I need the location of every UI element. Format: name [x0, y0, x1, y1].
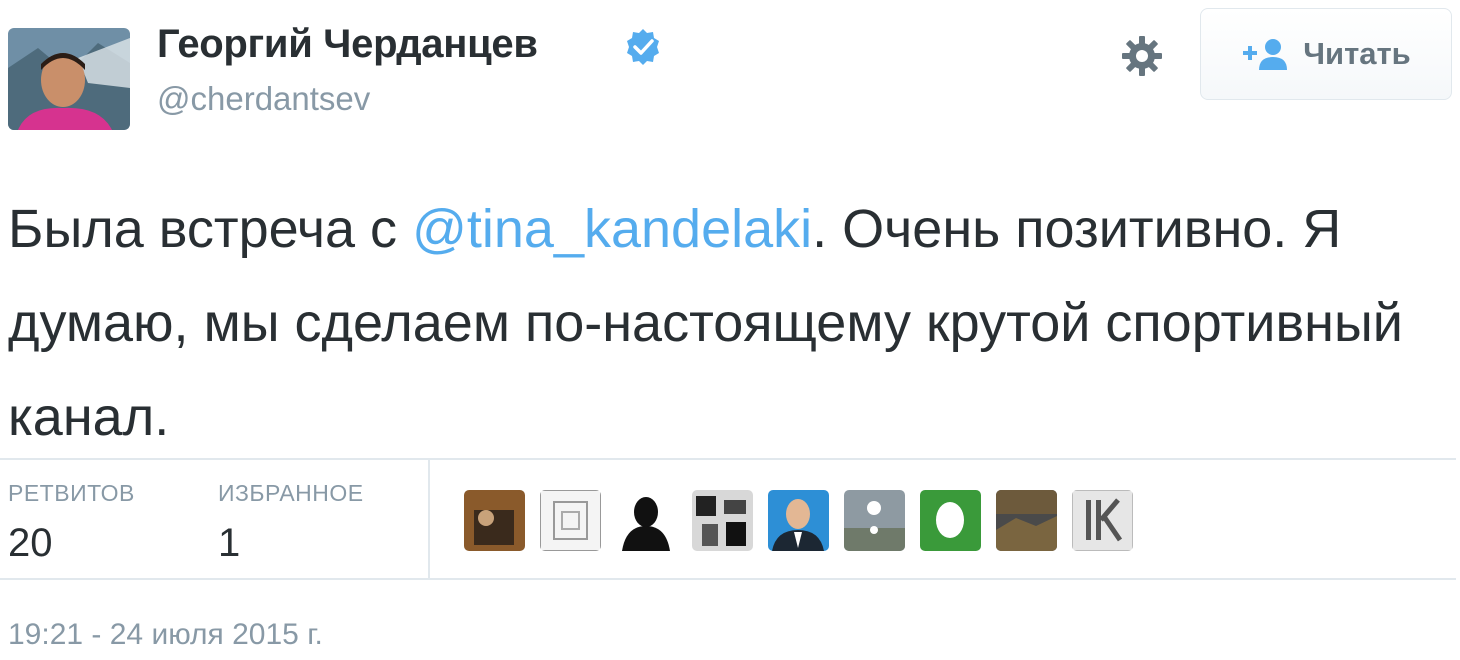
tweet-text-before: Была встреча с	[8, 199, 413, 259]
tweet-mention-link[interactable]: @tina_kandelaki	[412, 199, 812, 259]
favorites-count: 1	[218, 521, 241, 565]
author-handle[interactable]: @cherdantsev	[157, 80, 370, 118]
follow-button-label: Читать	[1303, 36, 1411, 71]
verified-badge-icon	[627, 29, 659, 65]
follow-button[interactable]: Читать	[1200, 8, 1452, 100]
favoriter-avatar[interactable]	[920, 490, 981, 551]
favorites-stat[interactable]: ИЗБРАННОЕ 1	[218, 480, 364, 566]
tweet-timestamp[interactable]: 19:21 - 24 июля 2015 г.	[8, 618, 323, 652]
add-user-icon	[1243, 39, 1288, 70]
stats-divider	[428, 460, 430, 578]
retweets-count: 20	[8, 521, 53, 565]
favoriter-avatar[interactable]	[996, 490, 1057, 551]
favoriter-avatar[interactable]	[844, 490, 905, 551]
favoriter-avatar[interactable]	[768, 490, 829, 551]
retweets-stat[interactable]: РЕТВИТОВ 20	[8, 480, 135, 566]
favoriter-avatar[interactable]	[464, 490, 525, 551]
gear-icon[interactable]	[1118, 32, 1166, 80]
favoriter-avatar[interactable]	[616, 490, 677, 551]
tweet-stats: РЕТВИТОВ 20 ИЗБРАННОЕ 1	[0, 458, 1456, 580]
favoriters-list	[464, 490, 1133, 551]
tweet-text: Была встреча с @tina_kandelaki. Очень по…	[8, 182, 1448, 464]
favoriter-avatar[interactable]	[1072, 490, 1133, 551]
retweets-label: РЕТВИТОВ	[8, 480, 135, 506]
favoriter-avatar[interactable]	[540, 490, 601, 551]
favoriter-avatar[interactable]	[692, 490, 753, 551]
author-avatar[interactable]	[8, 28, 130, 130]
favorites-label: ИЗБРАННОЕ	[218, 480, 364, 506]
author-name[interactable]: Георгий Черданцев	[157, 22, 538, 67]
